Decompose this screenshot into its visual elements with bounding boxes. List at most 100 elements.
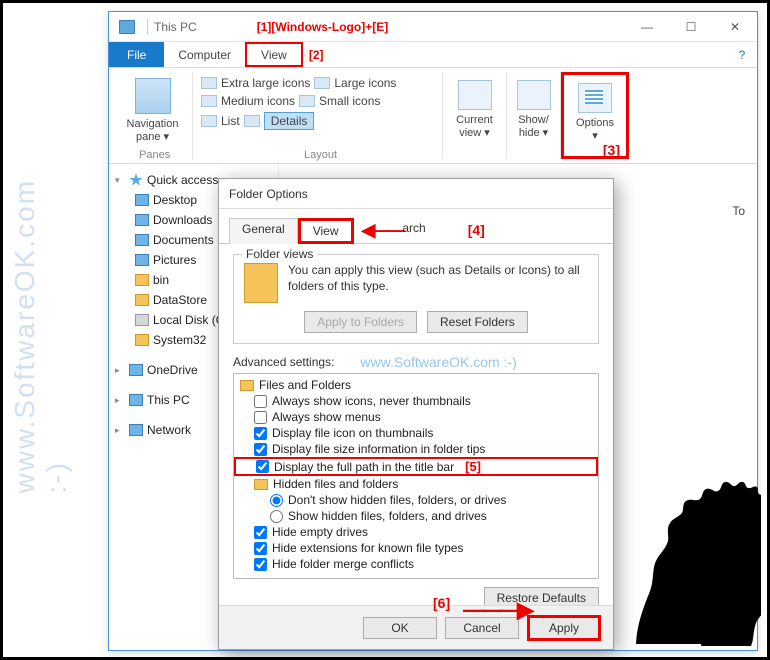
checkbox[interactable] xyxy=(256,460,269,473)
annotation-6: [6] xyxy=(433,595,450,611)
desktop-icon xyxy=(135,194,149,206)
computer-tab[interactable]: Computer xyxy=(164,42,245,67)
annotation-4: [4] xyxy=(468,222,485,238)
layout-icon xyxy=(314,77,330,89)
divider xyxy=(147,19,148,35)
checkbox[interactable] xyxy=(254,542,267,555)
adv-item-fullpath[interactable]: Display the full path in the title bar[5… xyxy=(234,457,598,476)
maximize-button[interactable]: ☐ xyxy=(669,13,713,41)
minimize-button[interactable]: — xyxy=(625,13,669,41)
adv-item[interactable]: Hide extensions for known file types xyxy=(234,540,598,556)
menubar: File Computer View [2] ? xyxy=(109,42,757,68)
layout-icon xyxy=(201,77,217,89)
watermark-left: www.SoftwareOK.com :-) xyxy=(9,167,73,494)
adv-radio-item[interactable]: Don't show hidden files, folders, or dri… xyxy=(234,492,598,508)
annotation-3: [3] xyxy=(603,142,620,158)
checkbox[interactable] xyxy=(254,395,267,408)
radio[interactable] xyxy=(270,494,283,507)
folder-icon xyxy=(135,294,149,306)
adv-hidden-group: Hidden files and folders xyxy=(234,476,598,492)
ribbon-layout-group: Extra large icons Large icons Medium icon… xyxy=(193,72,443,159)
folder-icon xyxy=(135,334,149,346)
layout-small[interactable]: Small icons xyxy=(319,94,380,108)
adv-item[interactable]: Display file icon on thumbnails xyxy=(234,425,598,441)
onedrive-icon xyxy=(129,364,143,376)
documents-icon xyxy=(135,234,149,246)
window-title: This PC xyxy=(154,20,197,34)
arrow-icon: ———▶ xyxy=(463,597,530,623)
radio[interactable] xyxy=(270,510,283,523)
adv-item[interactable]: Always show icons, never thumbnails xyxy=(234,393,598,409)
layout-group-label: Layout xyxy=(304,149,337,161)
layout-icon xyxy=(201,95,217,107)
layout-medium[interactable]: Medium icons xyxy=(221,94,295,108)
panes-group-label: Panes xyxy=(139,149,170,161)
ribbon-options-group[interactable]: Options ▾ [3] xyxy=(561,72,629,159)
checkbox[interactable] xyxy=(254,443,267,456)
adv-item[interactable]: Hide empty drives xyxy=(234,524,598,540)
adv-item[interactable]: Always show menus xyxy=(234,409,598,425)
reset-folders-button[interactable]: Reset Folders xyxy=(427,311,528,333)
folder-views-group: Folder views You can apply this view (su… xyxy=(233,254,599,344)
layout-list[interactable]: List xyxy=(221,114,240,128)
folder-icon xyxy=(254,479,268,490)
current-view-button[interactable]: Current view ▾ xyxy=(451,114,498,139)
adv-root: Files and Folders xyxy=(234,377,598,393)
folder-icon xyxy=(135,274,149,286)
tab-general[interactable]: General xyxy=(229,218,298,244)
show-hide-button[interactable]: Show/ hide ▾ xyxy=(515,114,552,139)
dialog-footer: OK Cancel Apply xyxy=(219,605,613,649)
layout-large[interactable]: Large icons xyxy=(334,76,396,90)
folder-icon xyxy=(240,380,254,391)
watermark-inline: www.SoftwareOK.com :-) xyxy=(360,354,516,370)
star-icon xyxy=(129,173,143,187)
adv-radio-item[interactable]: Show hidden files, folders, and drives xyxy=(234,508,598,524)
options-icon xyxy=(578,83,612,113)
navigation-pane-icon xyxy=(135,78,171,114)
advanced-settings-label: Advanced settings: www.SoftwareOK.com :-… xyxy=(233,354,599,370)
this-pc-icon xyxy=(119,20,135,34)
ok-button[interactable]: OK xyxy=(363,617,437,639)
navigation-pane-button[interactable]: Navigation pane ▾ xyxy=(121,118,184,143)
close-button[interactable]: ✕ xyxy=(713,13,757,41)
help-button[interactable]: ? xyxy=(727,42,757,67)
arrow-icon: ◀—— xyxy=(362,220,403,241)
apply-to-folders-button[interactable]: Apply to Folders xyxy=(304,311,417,333)
decorative-silhouette xyxy=(606,441,761,651)
dialog-tabs: General View ◀—— arch [4] xyxy=(219,209,613,244)
folder-views-icon xyxy=(244,263,278,303)
options-button[interactable]: Options ▾ xyxy=(572,117,618,142)
ribbon-current-view-group: Current view ▾ xyxy=(443,72,507,159)
ribbon-show-hide-group: Show/ hide ▾ xyxy=(507,72,561,159)
checkbox[interactable] xyxy=(254,526,267,539)
ribbon-panes-group: Navigation pane ▾ xyxy=(113,72,193,159)
show-hide-icon xyxy=(517,80,551,110)
adv-item[interactable]: Display file size information in folder … xyxy=(234,441,598,457)
current-view-icon xyxy=(458,80,492,110)
annotation-5: [5] xyxy=(465,459,481,474)
folder-views-legend: Folder views xyxy=(242,247,317,261)
drive-icon xyxy=(135,314,149,326)
checkbox[interactable] xyxy=(254,427,267,440)
downloads-icon xyxy=(135,214,149,226)
titlebar: This PC [1][Windows-Logo]+[E] — ☐ ✕ xyxy=(109,12,757,42)
layout-extra-large[interactable]: Extra large icons xyxy=(221,76,310,90)
network-icon xyxy=(129,424,143,436)
apply-button[interactable]: Apply xyxy=(527,615,601,641)
annotation-1: [1][Windows-Logo]+[E] xyxy=(257,20,389,34)
dialog-title: Folder Options xyxy=(219,179,613,209)
tab-view[interactable]: View xyxy=(298,218,354,244)
advanced-settings-list[interactable]: Files and Folders Always show icons, nev… xyxy=(233,373,599,579)
layout-details[interactable]: Details xyxy=(264,112,315,130)
view-tab[interactable]: View xyxy=(245,42,303,67)
file-menu[interactable]: File xyxy=(109,42,164,67)
layout-icon xyxy=(201,115,217,127)
checkbox[interactable] xyxy=(254,411,267,424)
this-pc-icon xyxy=(129,394,143,406)
annotation-2: [2] xyxy=(309,48,324,62)
adv-item[interactable]: Hide folder merge conflicts xyxy=(234,556,598,572)
checkbox[interactable] xyxy=(254,558,267,571)
tab-search-fragment[interactable]: arch xyxy=(402,218,437,244)
column-header-fragment: To xyxy=(732,204,745,218)
layout-icon xyxy=(299,95,315,107)
